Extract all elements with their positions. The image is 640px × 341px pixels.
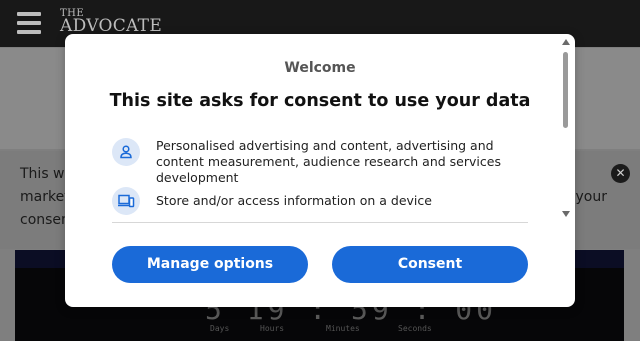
countdown-label-seconds: Seconds (398, 324, 432, 333)
devices-icon (112, 187, 140, 215)
purpose-text: Store and/or access information on a dev… (156, 193, 432, 208)
countdown-label-hours: Hours (260, 324, 285, 333)
dialog-title: This site asks for consent to use your d… (109, 91, 531, 111)
scroll-up-arrow-icon[interactable] (562, 39, 570, 45)
consent-dialog: Welcome This site asks for consent to us… (65, 34, 575, 307)
logo-line2: ADVOCATE (60, 16, 163, 36)
scroll-down-arrow-icon[interactable] (562, 211, 570, 217)
site-logo[interactable]: THE ADVOCATE (60, 9, 162, 35)
scroll-thumb[interactable] (563, 52, 568, 128)
dialog-scrollbar[interactable] (561, 39, 570, 219)
countdown-label-days: Days (210, 324, 230, 333)
notice-line2-right: your (575, 189, 607, 205)
purpose-text: Personalised advertising and content, ad… (156, 138, 501, 185)
menu-icon[interactable] (17, 12, 41, 34)
dialog-welcome: Welcome (284, 60, 356, 76)
manage-options-button[interactable]: Manage options (112, 246, 308, 283)
consent-button[interactable]: Consent (332, 246, 528, 283)
person-icon (112, 138, 140, 166)
close-icon[interactable]: ✕ (611, 164, 630, 183)
dialog-divider (112, 222, 528, 223)
countdown-label-minutes: Minutes (326, 324, 360, 333)
